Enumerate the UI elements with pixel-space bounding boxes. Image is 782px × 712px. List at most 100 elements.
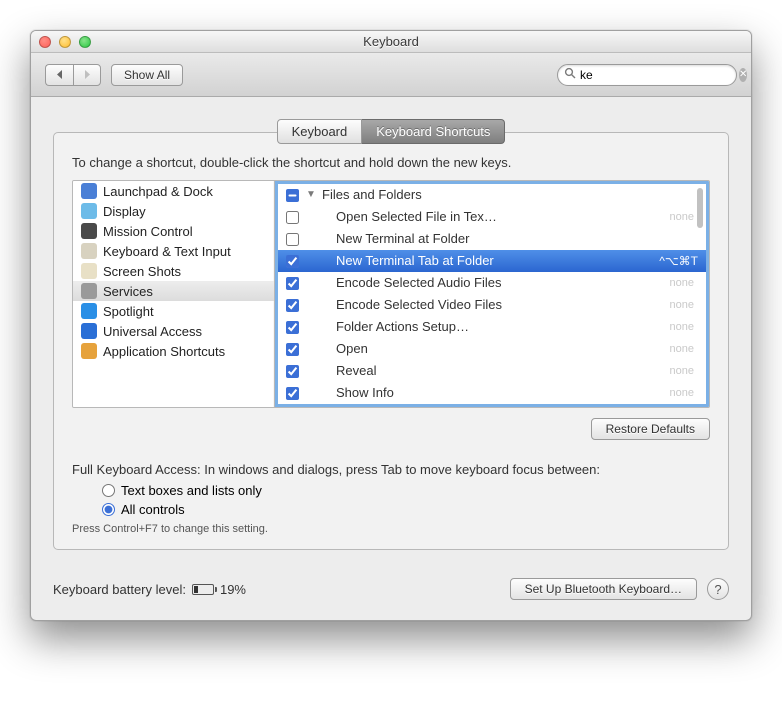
- tree-row[interactable]: Open Selected File in Tex… none: [278, 206, 706, 228]
- preferences-window: Keyboard Show All ✕ Keyboard Keyboard Sh…: [30, 30, 752, 621]
- shortcut-label: Folder Actions Setup…: [322, 318, 664, 336]
- tree-row[interactable]: New Terminal Tab at Folder^⌥⌘T: [278, 250, 706, 272]
- shortcut-checkbox[interactable]: [286, 277, 299, 290]
- sidebar-item-label: Mission Control: [103, 224, 193, 239]
- shortcut-label: Open as Twitter Username: [322, 406, 664, 407]
- category-icon: [81, 323, 97, 339]
- sidebar-item[interactable]: Spotlight: [73, 301, 274, 321]
- shortcut-label: Open Selected File in Tex…: [322, 208, 664, 226]
- sidebar-item[interactable]: Keyboard & Text Input: [73, 241, 274, 261]
- shortcut-label: Encode Selected Video Files: [322, 296, 664, 314]
- keyboard-access-hint: Press Control+F7 to change this setting.: [72, 523, 710, 535]
- shortcut-checkbox[interactable]: [286, 233, 299, 246]
- keyboard-access-radiogroup: Text boxes and lists only All controls: [102, 483, 710, 517]
- shortcut-none-badge: none: [670, 362, 698, 380]
- search-icon: [564, 67, 576, 82]
- category-icon: [81, 243, 97, 259]
- shortcut-none-badge: none: [670, 296, 698, 314]
- shortcut-checkbox[interactable]: [286, 211, 299, 224]
- shortcut-none-badge: none: [670, 406, 698, 407]
- category-sidebar[interactable]: Launchpad & Dock Display Mission Control Ke…: [73, 181, 275, 407]
- sidebar-item-label: Launchpad & Dock: [103, 184, 213, 199]
- tree-row[interactable]: Reveal none: [278, 360, 706, 382]
- shortcut-label: Reveal: [322, 362, 664, 380]
- sidebar-item[interactable]: Services: [73, 281, 274, 301]
- sidebar-item-label: Universal Access: [103, 324, 202, 339]
- clear-search-button[interactable]: ✕: [739, 68, 747, 82]
- sidebar-item[interactable]: Application Shortcuts: [73, 341, 274, 361]
- search-input[interactable]: [580, 68, 735, 82]
- category-icon: [81, 183, 97, 199]
- shortcut-none-badge: none: [670, 384, 698, 402]
- shortcut-label: Open: [322, 340, 664, 358]
- sidebar-item[interactable]: Screen Shots: [73, 261, 274, 281]
- sidebar-item-label: Services: [103, 284, 153, 299]
- sidebar-item-label: Screen Shots: [103, 264, 181, 279]
- shortcut-label: Encode Selected Audio Files: [322, 274, 664, 292]
- shortcut-label: New Terminal at Folder: [322, 230, 698, 248]
- radio-all-controls-label: All controls: [121, 502, 185, 517]
- group-checkbox[interactable]: [286, 189, 299, 202]
- disclosure-triangle-icon[interactable]: ▼: [306, 186, 316, 204]
- radio-text-boxes-input[interactable]: [102, 484, 115, 497]
- back-button[interactable]: [45, 64, 73, 86]
- instruction-text: To change a shortcut, double-click the s…: [72, 155, 710, 170]
- shortcuts-tree[interactable]: ▼ Files and Folders Open Selected File in…: [275, 181, 709, 407]
- shortcut-none-badge: none: [670, 208, 698, 226]
- shortcut-none-badge: none: [670, 340, 698, 358]
- sidebar-item-label: Spotlight: [103, 304, 154, 319]
- tree-row[interactable]: Folder Actions Setup… none: [278, 316, 706, 338]
- tab-keyboard-shortcuts[interactable]: Keyboard Shortcuts: [362, 119, 505, 144]
- tree-row[interactable]: Encode Selected Video Files none: [278, 294, 706, 316]
- sidebar-item-label: Application Shortcuts: [103, 344, 225, 359]
- search-field[interactable]: ✕: [557, 64, 737, 86]
- category-icon: [81, 283, 97, 299]
- radio-text-boxes-only[interactable]: Text boxes and lists only: [102, 483, 710, 498]
- shortcut-checkbox[interactable]: [286, 299, 299, 312]
- tree-group-row[interactable]: ▼ Files and Folders: [278, 184, 706, 206]
- show-all-button[interactable]: Show All: [111, 64, 183, 86]
- shortcut-checkbox[interactable]: [286, 321, 299, 334]
- tree-row[interactable]: New Terminal at Folder: [278, 228, 706, 250]
- sidebar-item[interactable]: Mission Control: [73, 221, 274, 241]
- titlebar: Keyboard: [31, 31, 751, 53]
- category-icon: [81, 203, 97, 219]
- sidebar-item-label: Keyboard & Text Input: [103, 244, 231, 259]
- footer: Keyboard battery level: 19% Set Up Bluet…: [31, 562, 751, 620]
- shortcut-none-badge: none: [670, 274, 698, 292]
- shortcut-label: Show Info: [322, 384, 664, 402]
- full-keyboard-access-label: Full Keyboard Access: In windows and dia…: [72, 462, 710, 477]
- radio-all-controls-input[interactable]: [102, 503, 115, 516]
- restore-defaults-button[interactable]: Restore Defaults: [591, 418, 710, 440]
- tab-keyboard[interactable]: Keyboard: [277, 119, 363, 144]
- split-view: Launchpad & Dock Display Mission Control Ke…: [72, 180, 710, 408]
- window-title: Keyboard: [31, 34, 751, 49]
- sidebar-item[interactable]: Universal Access: [73, 321, 274, 341]
- category-icon: [81, 303, 97, 319]
- shortcut-none-badge: none: [670, 318, 698, 336]
- tree-row[interactable]: Encode Selected Audio Files none: [278, 272, 706, 294]
- forward-button[interactable]: [73, 64, 101, 86]
- battery-label: Keyboard battery level:: [53, 582, 186, 597]
- shortcut-key: ^⌥⌘T: [659, 252, 698, 270]
- help-button[interactable]: ?: [707, 578, 729, 600]
- setup-bluetooth-keyboard-button[interactable]: Set Up Bluetooth Keyboard…: [510, 578, 697, 600]
- shortcut-checkbox[interactable]: [286, 365, 299, 378]
- shortcut-checkbox[interactable]: [286, 387, 299, 400]
- tab-bar: Keyboard Keyboard Shortcuts: [53, 119, 729, 144]
- radio-all-controls[interactable]: All controls: [102, 502, 710, 517]
- tree-row[interactable]: Open as Twitter Username none: [278, 404, 706, 407]
- shortcut-checkbox[interactable]: [286, 343, 299, 356]
- scrollbar-thumb[interactable]: [697, 188, 703, 228]
- shortcuts-panel: To change a shortcut, double-click the s…: [53, 132, 729, 550]
- tree-row[interactable]: Open none: [278, 338, 706, 360]
- category-icon: [81, 223, 97, 239]
- sidebar-item[interactable]: Display: [73, 201, 274, 221]
- tree-row[interactable]: Show Info none: [278, 382, 706, 404]
- shortcut-checkbox[interactable]: [286, 255, 299, 268]
- nav-buttons: [45, 64, 101, 86]
- sidebar-item[interactable]: Launchpad & Dock: [73, 181, 274, 201]
- toolbar: Show All ✕: [31, 53, 751, 97]
- category-icon: [81, 343, 97, 359]
- group-label: Files and Folders: [322, 186, 698, 204]
